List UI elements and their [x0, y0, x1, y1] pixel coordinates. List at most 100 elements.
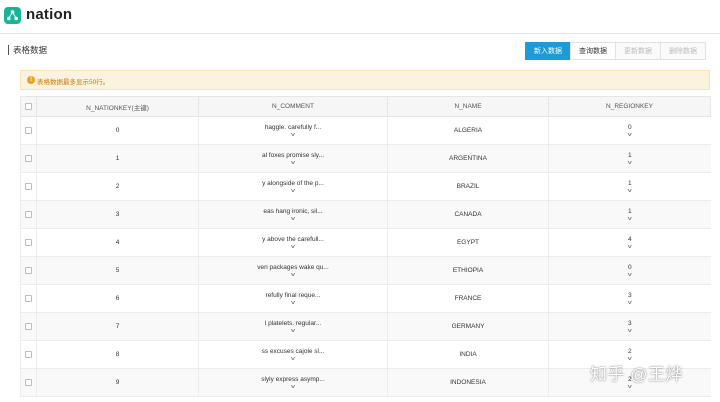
nationkey-cell: 4 — [36, 228, 199, 257]
comment-cell[interactable]: ss excuses cajole sl... v — [198, 340, 388, 369]
nationkey-cell: 0 — [36, 116, 199, 145]
regionkey-cell[interactable]: 3v — [548, 284, 711, 313]
column-header[interactable]: N_COMMENT — [198, 96, 388, 117]
row-checkbox[interactable] — [25, 182, 32, 190]
regionkey-cell-value: 1 — [627, 152, 632, 159]
row-select-cell — [20, 144, 37, 173]
comment-cell[interactable]: y above the carefull... v — [198, 228, 388, 257]
comment-cell[interactable]: eas hang ironic, sil... v — [198, 200, 388, 229]
row-checkbox[interactable] — [25, 294, 32, 302]
query-data-button[interactable]: 查询数据 — [570, 42, 616, 60]
select-all-checkbox[interactable] — [25, 102, 32, 110]
table-header-row: N_NATIONKEY(主键) N_COMMENT N_NAME N_REGIO… — [20, 96, 711, 117]
app-logo — [4, 7, 21, 24]
column-header[interactable]: N_REGIONKEY — [548, 96, 711, 117]
app-title: nation — [26, 6, 73, 23]
nationkey-cell: 6 — [36, 284, 199, 313]
name-cell[interactable]: ALGERIA — [387, 116, 549, 145]
row-checkbox[interactable] — [25, 238, 32, 246]
row-checkbox[interactable] — [25, 210, 32, 218]
table-row[interactable]: 4y above the carefull... v EGYPT 4 v — [20, 228, 711, 257]
data-table: N_NATIONKEY(主键) N_COMMENT N_NAME N_REGIO… — [20, 96, 711, 397]
row-checkbox[interactable] — [25, 378, 32, 386]
row-checkbox[interactable] — [25, 322, 32, 330]
column-header[interactable]: N_NATIONKEY(主键) — [36, 96, 199, 117]
name-cell[interactable]: GERMANY — [387, 312, 549, 341]
comment-cell[interactable]: refully final reque... v — [198, 284, 388, 313]
comment-cell[interactable]: l platelets. regular... v — [198, 312, 388, 341]
name-cell[interactable]: BRAZIL — [387, 172, 549, 201]
name-cell[interactable]: ARGENTINA — [387, 144, 549, 173]
select-all-header — [20, 96, 37, 117]
row-select-cell — [20, 340, 37, 369]
comment-cell-value: l platelets. regular... — [264, 320, 322, 327]
chevron-down-icon[interactable]: v — [501, 300, 720, 306]
chevron-down-icon[interactable]: v — [501, 132, 720, 138]
regionkey-cell-value: 3 — [627, 320, 632, 327]
comment-cell-value: haggle. carefully f... — [264, 124, 322, 131]
row-select-cell — [20, 116, 37, 145]
top-bar: nation — [0, 0, 720, 34]
name-cell[interactable]: FRANCE — [387, 284, 549, 313]
comment-cell[interactable]: ven packages wake qu... v — [198, 256, 388, 285]
table-row[interactable]: 5 ven packages wake qu... v ETHIOPIA 0 v — [20, 256, 711, 285]
chevron-down-icon[interactable]: v — [501, 160, 720, 166]
regionkey-cell[interactable]: 0v — [548, 256, 711, 285]
comment-cell[interactable]: haggle. carefully f... v — [198, 116, 388, 145]
row-select-cell — [20, 368, 37, 397]
chevron-down-icon[interactable]: v — [501, 188, 720, 194]
row-select-cell — [20, 256, 37, 285]
row-select-cell — [20, 200, 37, 229]
name-cell[interactable]: INDIA — [387, 340, 549, 369]
regionkey-cell[interactable]: 0v — [548, 116, 711, 145]
regionkey-cell[interactable]: 1v — [548, 200, 711, 229]
section-title: 表格数据 — [8, 45, 47, 55]
row-select-cell — [20, 284, 37, 313]
name-cell[interactable]: EGYPT — [387, 228, 549, 257]
regionkey-cell[interactable]: 4v — [548, 228, 711, 257]
regionkey-cell-value: 4 — [627, 236, 632, 243]
row-select-cell — [20, 172, 37, 201]
column-header[interactable]: N_NAME — [387, 96, 549, 117]
delete-data-button[interactable]: 删除数据 — [660, 42, 706, 60]
notice-text: 表格数据最多显示50行。 — [37, 79, 110, 86]
table-row[interactable]: 1 al foxes promise sly... v ARGENTINA 1 v — [20, 144, 711, 173]
nationkey-cell: 8 — [36, 340, 199, 369]
nationkey-cell: 3 — [36, 200, 199, 229]
table-row[interactable]: 7l platelets. regular... v GERMANY 3 v — [20, 312, 711, 341]
name-cell[interactable]: INDONESIA — [387, 368, 549, 397]
comment-cell-value: y alongside of the p... — [262, 180, 324, 187]
toolbar: 新入数据 查询数据 更新数据 删除数据 — [525, 42, 706, 60]
chevron-down-icon[interactable]: v — [501, 244, 720, 250]
row-checkbox[interactable] — [25, 154, 32, 162]
chevron-down-icon[interactable]: v — [501, 272, 720, 278]
insert-data-button[interactable]: 新入数据 — [525, 42, 571, 60]
nationkey-cell: 7 — [36, 312, 199, 341]
row-checkbox[interactable] — [25, 126, 32, 134]
regionkey-cell-value: 0 — [627, 264, 632, 271]
comment-cell[interactable]: al foxes promise sly... v — [198, 144, 388, 173]
nationkey-cell: 9 — [36, 368, 199, 397]
table-row[interactable]: 0 haggle. carefully f... v ALGERIA 0 v — [20, 116, 711, 145]
table-row[interactable]: 6 refully final reque... v FRANCE 3 v — [20, 284, 711, 313]
row-select-cell — [20, 312, 37, 341]
row-select-cell — [20, 228, 37, 257]
update-data-button[interactable]: 更新数据 — [615, 42, 661, 60]
table-row[interactable]: 2y alongside of the p... v BRAZIL 1 v — [20, 172, 711, 201]
chevron-down-icon[interactable]: v — [501, 216, 720, 222]
comment-cell-value: ss excuses cajole sl... — [261, 348, 325, 355]
name-cell[interactable]: ETHIOPIA — [387, 256, 549, 285]
cluster-icon — [7, 10, 18, 21]
name-cell[interactable]: CANADA — [387, 200, 549, 229]
comment-cell[interactable]: slyly express asymp... v — [198, 368, 388, 397]
chevron-down-icon[interactable]: v — [501, 328, 720, 334]
regionkey-cell[interactable]: 1v — [548, 144, 711, 173]
nationkey-cell: 1 — [36, 144, 199, 173]
table-row[interactable]: 3 eas hang ironic, sil... v CANADA 1 v — [20, 200, 711, 229]
regionkey-cell-value: 1 — [627, 180, 632, 187]
row-checkbox[interactable] — [25, 266, 32, 274]
regionkey-cell[interactable]: 1v — [548, 172, 711, 201]
row-checkbox[interactable] — [25, 350, 32, 358]
regionkey-cell[interactable]: 3v — [548, 312, 711, 341]
comment-cell[interactable]: y alongside of the p... v — [198, 172, 388, 201]
